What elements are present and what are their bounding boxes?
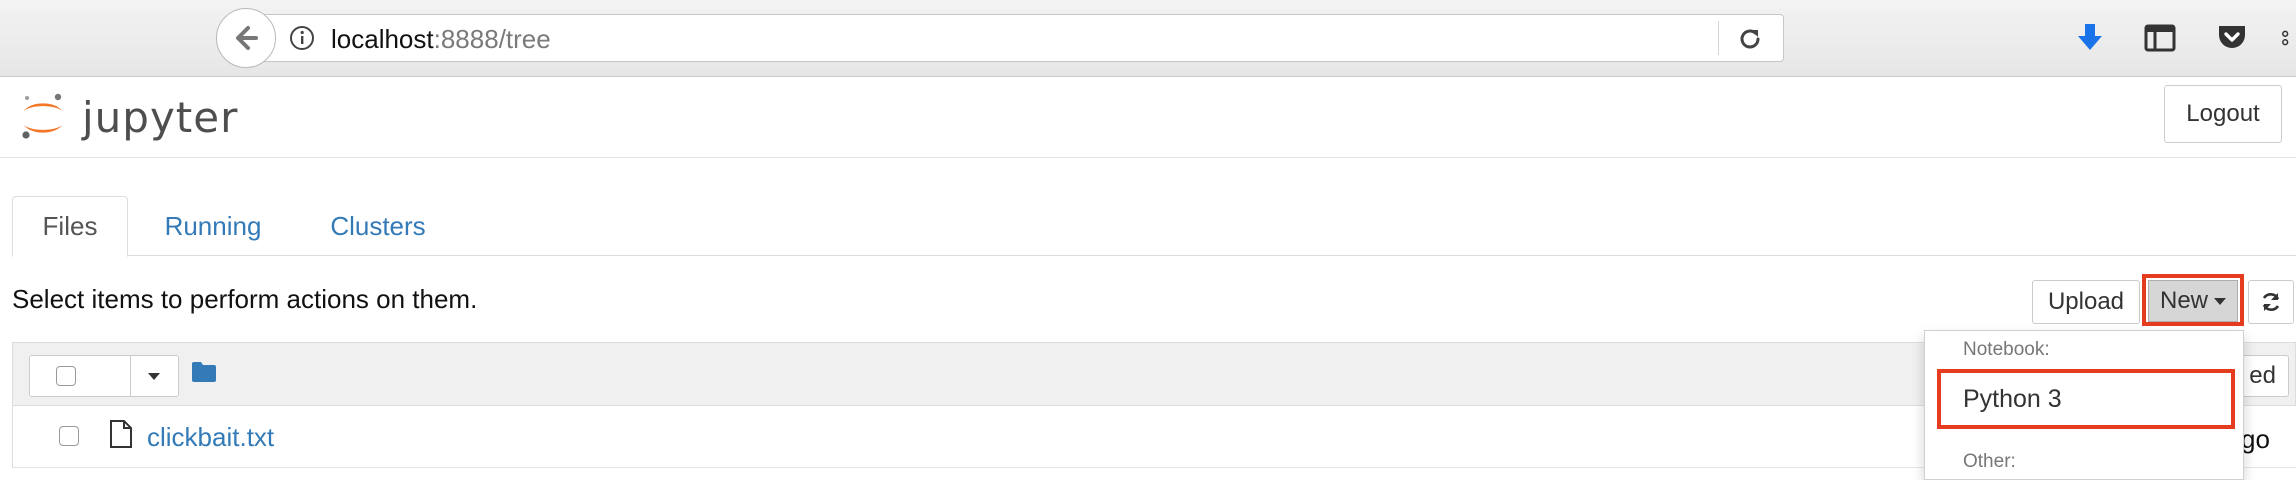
caret-down-icon [148,372,160,380]
library-icon[interactable] [2142,20,2178,56]
caret-down-icon [2214,297,2226,305]
menu-section-notebook: Notebook: [1963,339,2050,360]
menu-item-python3-label: Python 3 [1963,384,2062,413]
browser-toolbar: localhost:8888/tree [0,0,2296,77]
file-modified: go [2241,424,2270,454]
new-button[interactable]: New [2148,280,2238,322]
menu-section-other: Other: [1963,451,2016,472]
tab-files[interactable]: Files [12,196,128,257]
row-checkbox[interactable] [59,426,79,446]
file-icon [109,420,133,453]
jupyter-logo-icon [22,93,62,139]
tab-clusters[interactable]: Clusters [314,196,442,256]
folder-icon[interactable] [191,361,217,388]
jupyter-logo[interactable]: jupyter [18,87,238,147]
new-dropdown-menu: Notebook: Python 3 Other: [1924,330,2244,480]
file-name-link[interactable]: clickbait.txt [147,422,274,453]
jupyter-wordmark: jupyter [82,92,239,142]
selection-hint: Select items to perform actions on them. [12,284,478,314]
url-host: localhost [331,24,434,54]
back-arrow-icon [236,26,258,50]
reload-icon[interactable] [1735,24,1765,54]
url-path: :8888/tree [433,24,551,54]
refresh-icon [2262,293,2280,311]
url-text[interactable]: localhost:8888/tree [331,24,551,54]
info-icon[interactable] [289,25,315,51]
logout-button[interactable]: Logout [2164,85,2282,143]
pocket-icon[interactable] [2214,20,2250,56]
menu-item-python3[interactable]: Python 3 [1937,369,2235,429]
address-bar[interactable]: localhost:8888/tree [246,14,1784,62]
url-divider [1718,21,1719,55]
new-button-label: New [2159,287,2208,314]
back-button[interactable] [216,8,276,68]
select-all-checkbox[interactable] [56,366,76,386]
refresh-button[interactable] [2248,280,2294,324]
upload-button[interactable]: Upload [2032,280,2140,324]
overflow-icon[interactable] [2278,20,2296,56]
download-icon[interactable] [2072,20,2108,56]
select-dropdown-button[interactable] [130,356,178,396]
select-all-control[interactable] [29,355,179,397]
jupyter-header: jupyter Logout [0,77,2296,158]
tab-running[interactable]: Running [150,196,276,256]
